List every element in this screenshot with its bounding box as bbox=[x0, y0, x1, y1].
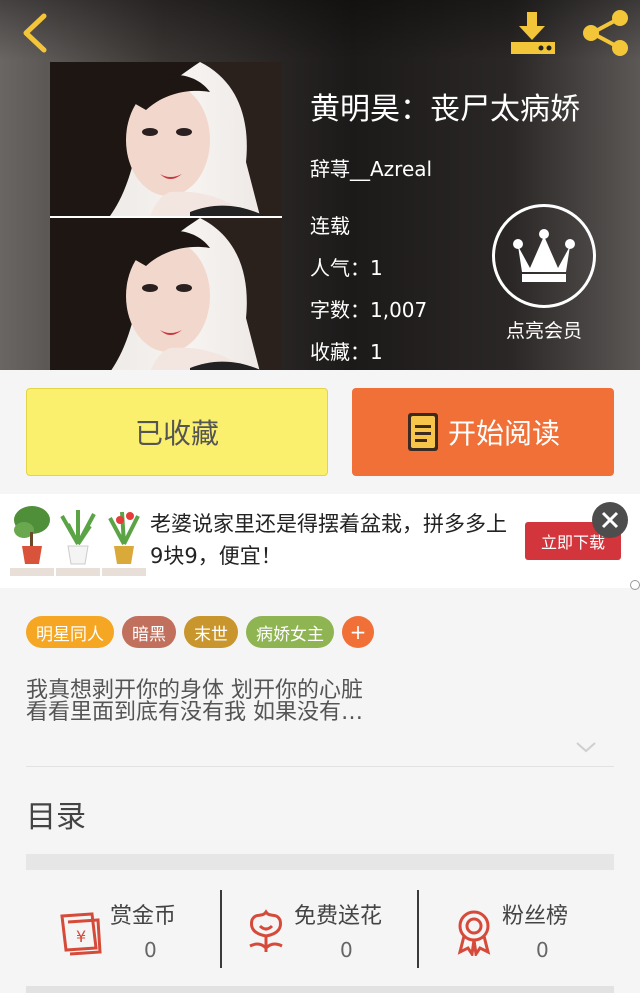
divider bbox=[417, 890, 419, 968]
book-icon bbox=[407, 413, 438, 451]
separator-band bbox=[26, 854, 614, 870]
popularity-count: 人气：1 bbox=[310, 256, 383, 280]
share-icon bbox=[583, 10, 628, 56]
divider bbox=[220, 890, 222, 968]
reward-coins-count: 0 bbox=[144, 938, 157, 962]
divider bbox=[26, 766, 614, 767]
plant-image bbox=[10, 504, 54, 576]
table-of-contents-link[interactable]: 目录 bbox=[26, 792, 86, 836]
svg-text:¥: ¥ bbox=[76, 927, 86, 946]
send-flower-button[interactable]: 免费送花 0 bbox=[242, 890, 412, 970]
fan-ranking-count: 0 bbox=[536, 938, 549, 962]
reward-coins-button[interactable]: ¥ 赏金币 0 bbox=[56, 890, 216, 970]
tag-item[interactable]: 明星同人 bbox=[26, 616, 114, 648]
ad-close-button[interactable] bbox=[592, 502, 628, 538]
back-button[interactable] bbox=[16, 8, 56, 58]
fan-ranking-label: 粉丝榜 bbox=[502, 904, 569, 929]
flower-icon bbox=[249, 909, 283, 952]
intro-line: 看看里面到底有没有我 如果没有… bbox=[26, 700, 363, 725]
separator-band bbox=[26, 986, 614, 993]
favorited-button[interactable]: 已收藏 bbox=[26, 388, 328, 476]
book-header: 黄明昊：丧尸太病娇 辞荨__Azreal 连载 人气：1 字数：1,007 收藏… bbox=[0, 0, 640, 370]
serial-status: 连载 bbox=[310, 214, 350, 238]
cover-photo bbox=[50, 62, 282, 216]
book-title: 黄明昊：丧尸太病娇 bbox=[310, 92, 580, 127]
tag-item[interactable]: 末世 bbox=[184, 616, 238, 648]
cover-photo bbox=[50, 218, 282, 370]
share-button[interactable] bbox=[578, 8, 632, 58]
ad-text: 老婆说家里还是得摆着盆栽，拼多多上9块9，便宜！ bbox=[150, 512, 507, 568]
chevron-down-icon[interactable] bbox=[574, 740, 598, 754]
fan-ranking-button[interactable]: 粉丝榜 0 bbox=[450, 890, 600, 970]
tag-item[interactable]: 暗黑 bbox=[122, 616, 176, 648]
tag-label: 明星同人 bbox=[36, 624, 104, 645]
vip-label[interactable]: 点亮会员 bbox=[494, 316, 594, 343]
download-icon bbox=[511, 12, 555, 54]
plus-icon: + bbox=[349, 620, 367, 644]
book-cover[interactable] bbox=[50, 62, 282, 370]
crown-icon bbox=[513, 229, 575, 282]
tag-item[interactable]: 病娇女主 bbox=[246, 616, 334, 648]
red-envelope-yen-icon: ¥ bbox=[60, 912, 102, 956]
start-reading-label: 开始阅读 bbox=[447, 417, 560, 450]
tag-label: 病娇女主 bbox=[256, 624, 324, 645]
chevron-left-icon bbox=[23, 13, 47, 53]
reward-coins-label: 赏金币 bbox=[110, 904, 177, 929]
tag-label: 末世 bbox=[194, 624, 228, 645]
intro-line: 我真想剥开你的身体 划开你的心脏 bbox=[26, 678, 363, 703]
medal-icon bbox=[457, 910, 491, 956]
send-flower-count: 0 bbox=[340, 938, 353, 962]
close-icon bbox=[601, 511, 619, 529]
plant-image bbox=[56, 504, 100, 576]
download-button[interactable] bbox=[508, 10, 558, 56]
add-tag-button[interactable]: + bbox=[342, 616, 374, 648]
ad-images bbox=[10, 504, 146, 576]
send-flower-label: 免费送花 bbox=[294, 904, 383, 929]
word-count: 字数：1,007 bbox=[310, 298, 428, 322]
vip-button[interactable] bbox=[492, 204, 596, 308]
tag-label: 暗黑 bbox=[132, 624, 166, 645]
favorites-count: 收藏：1 bbox=[310, 340, 383, 364]
tag-list: 明星同人 暗黑 末世 病娇女主 + bbox=[26, 616, 374, 648]
favorited-label: 已收藏 bbox=[134, 417, 219, 450]
book-author[interactable]: 辞荨__Azreal bbox=[310, 153, 432, 182]
start-reading-button[interactable]: 开始阅读 bbox=[352, 388, 614, 476]
book-intro[interactable]: 我真想剥开你的身体 划开你的心脏 看看里面到底有没有我 如果没有… bbox=[26, 680, 586, 724]
ad-info-icon[interactable] bbox=[630, 580, 640, 590]
plant-image bbox=[102, 504, 146, 576]
